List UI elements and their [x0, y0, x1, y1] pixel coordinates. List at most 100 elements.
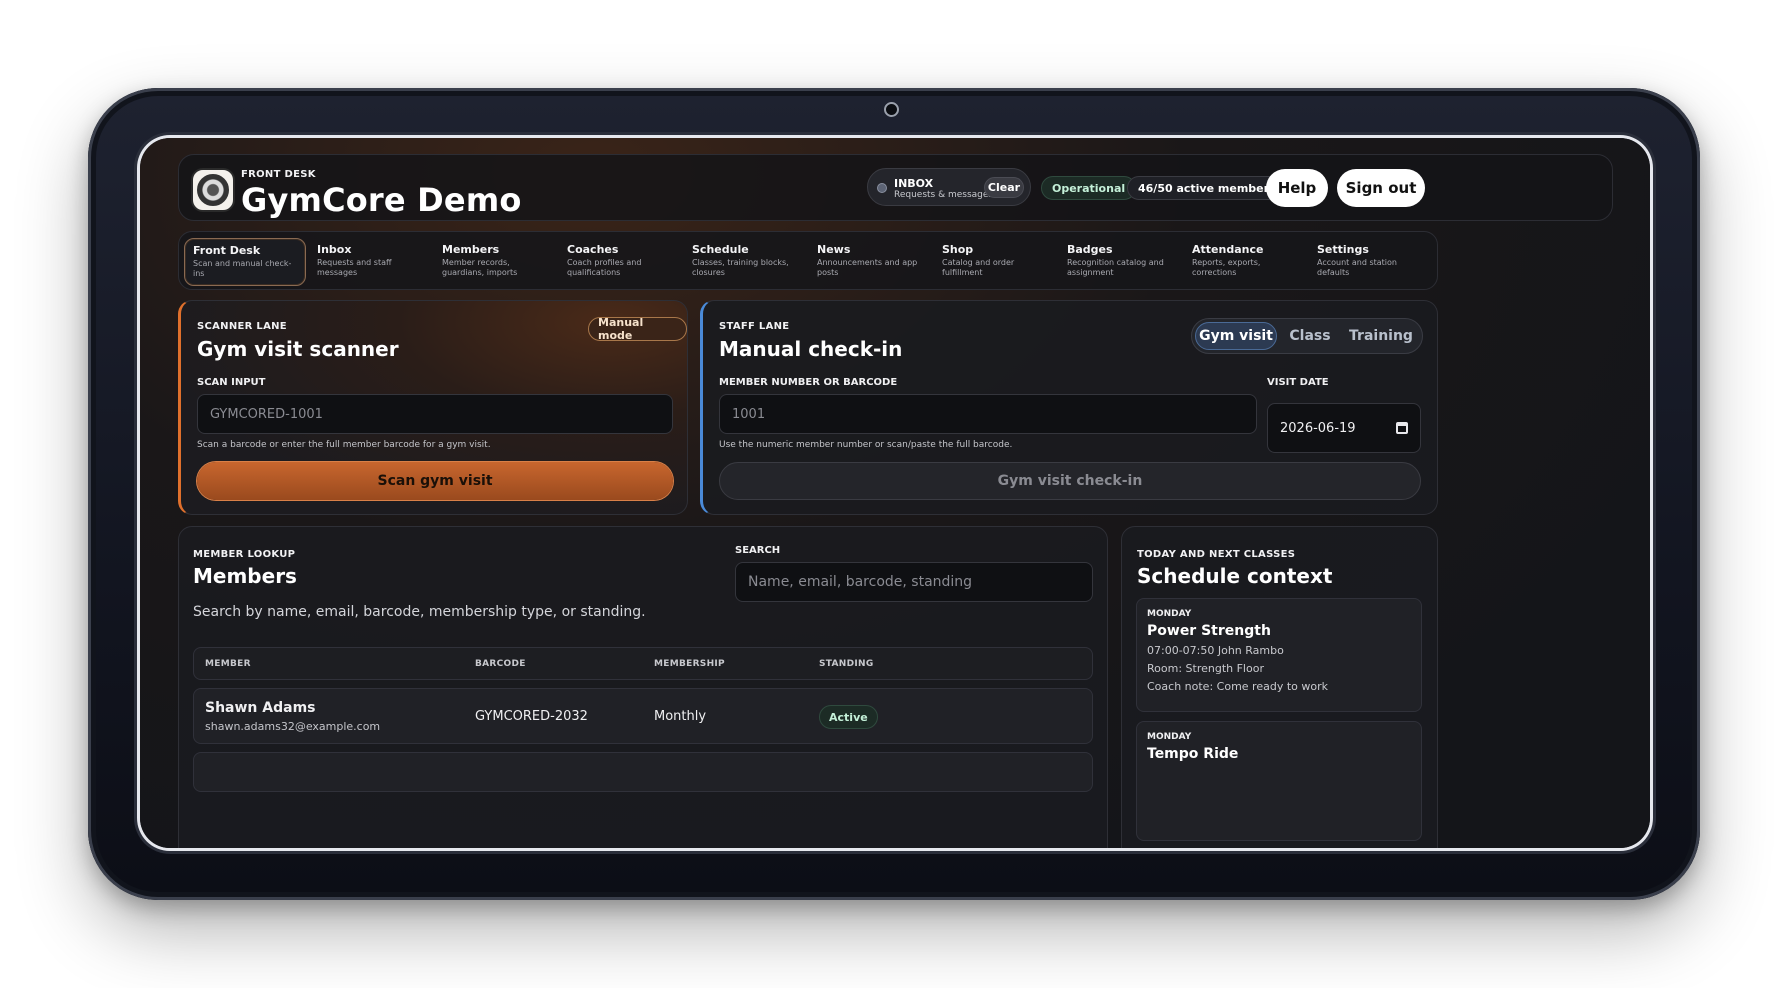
- member-number-input[interactable]: 1001: [719, 394, 1257, 434]
- nav-label: Shop: [942, 243, 974, 256]
- nav-label: Settings: [1317, 243, 1369, 256]
- gym-logo-icon: [191, 168, 235, 212]
- header-eyebrow: FRONT DESK: [241, 169, 316, 180]
- schedule-eyebrow: TODAY AND NEXT CLASSES: [1137, 549, 1296, 560]
- nav-item-inbox[interactable]: Inbox Requests and staff messages: [309, 238, 431, 286]
- member-name: Shawn Adams: [205, 700, 316, 716]
- nav-item-attendance[interactable]: Attendance Reports, exports, corrections: [1184, 238, 1306, 286]
- scan-gym-visit-button[interactable]: Scan gym visit: [197, 462, 673, 500]
- help-button[interactable]: Help: [1266, 169, 1328, 207]
- calendar-icon[interactable]: [1396, 422, 1408, 434]
- nav-item-schedule[interactable]: Schedule Classes, training blocks, closu…: [684, 238, 806, 286]
- coach-note: Coach note: Come ready to work: [1147, 680, 1328, 693]
- nav-label: Schedule: [692, 243, 749, 256]
- nav-label: Attendance: [1192, 243, 1264, 256]
- class-name: Tempo Ride: [1147, 746, 1239, 762]
- tab-training[interactable]: Training: [1342, 322, 1420, 350]
- nav-label: News: [817, 243, 851, 256]
- column-standing: STANDING: [819, 659, 874, 669]
- member-barcode: GYMCORED-2032: [475, 709, 588, 724]
- schedule-item[interactable]: MONDAY Tempo Ride: [1136, 721, 1422, 841]
- sign-out-button[interactable]: Sign out: [1337, 169, 1425, 207]
- nav-label: Inbox: [317, 243, 352, 256]
- schedule-day: MONDAY: [1147, 609, 1192, 619]
- members-card: MEMBER LOOKUP Members Search by name, em…: [178, 526, 1108, 848]
- inbox-subtitle: Requests & messages: [894, 190, 994, 200]
- nav-item-coaches[interactable]: Coaches Coach profiles and qualification…: [559, 238, 681, 286]
- table-row[interactable]: [193, 752, 1093, 792]
- staff-eyebrow: STAFF LANE: [719, 321, 790, 332]
- standing-badge: Active: [819, 705, 878, 729]
- class-time: 07:00-07:50 John Rambo: [1147, 644, 1284, 657]
- app-header: FRONT DESK GymCore Demo INBOX Requests &…: [178, 154, 1613, 221]
- nav-item-settings[interactable]: Settings Account and station defaults: [1309, 238, 1431, 286]
- column-membership: MEMBERSHIP: [654, 659, 725, 669]
- inbox-clear-button[interactable]: Clear: [984, 177, 1024, 198]
- tablet-device: FRONT DESK GymCore Demo INBOX Requests &…: [88, 88, 1700, 900]
- visit-date-input[interactable]: 2026-06-19: [1267, 403, 1421, 453]
- table-row[interactable]: Shawn Adams shawn.adams32@example.com GY…: [193, 688, 1093, 744]
- member-count-badge: 46/50 active members: [1127, 176, 1287, 200]
- gym-visit-checkin-button[interactable]: Gym visit check-in: [719, 462, 1421, 500]
- visit-date-value: 2026-06-19: [1280, 420, 1356, 436]
- nav-item-badges[interactable]: Badges Recognition catalog and assignmen…: [1059, 238, 1181, 286]
- nav-sub: Account and station defaults: [1317, 258, 1397, 277]
- inbox-pill[interactable]: INBOX Requests & messages Clear: [867, 168, 1031, 206]
- nav-sub: Scan and manual check-ins: [193, 259, 292, 278]
- scan-input-label: SCAN INPUT: [197, 377, 266, 388]
- app-screen: FRONT DESK GymCore Demo INBOX Requests &…: [140, 138, 1650, 848]
- visit-date-label: VISIT DATE: [1267, 377, 1329, 388]
- nav-item-front-desk[interactable]: Front Desk Scan and manual check-ins: [184, 238, 306, 286]
- inbox-title: INBOX: [894, 177, 934, 190]
- members-table-header: MEMBER BARCODE MEMBERSHIP STANDING: [193, 647, 1093, 680]
- member-email: shawn.adams32@example.com: [205, 720, 381, 733]
- schedule-day: MONDAY: [1147, 732, 1192, 742]
- tab-class[interactable]: Class: [1282, 322, 1338, 350]
- scanner-title: Gym visit scanner: [197, 337, 399, 361]
- camera-icon: [884, 102, 899, 117]
- nav-sub: Reports, exports, corrections: [1192, 258, 1261, 277]
- nav-item-shop[interactable]: Shop Catalog and order fulfillment: [934, 238, 1056, 286]
- nav-label: Coaches: [567, 243, 619, 256]
- visit-type-toggle: Gym visit Class Training: [1191, 318, 1423, 354]
- manual-mode-badge[interactable]: Manual mode: [588, 316, 687, 342]
- scan-input[interactable]: GYMCORED-1001: [197, 394, 673, 434]
- nav-label: Members: [442, 243, 500, 256]
- app-title: GymCore Demo: [241, 181, 522, 219]
- nav-sub: Announcements and app posts: [817, 258, 918, 277]
- staff-title: Manual check-in: [719, 337, 903, 361]
- schedule-item[interactable]: MONDAY Power Strength 07:00-07:50 John R…: [1136, 598, 1422, 712]
- member-number-label: MEMBER NUMBER OR BARCODE: [719, 377, 898, 388]
- nav-sub: Catalog and order fulfillment: [942, 258, 1015, 277]
- scanner-eyebrow: SCANNER LANE: [197, 321, 287, 332]
- nav-sub: Classes, training blocks, closures: [692, 258, 789, 277]
- nav-sub: Coach profiles and qualifications: [567, 258, 642, 277]
- members-eyebrow: MEMBER LOOKUP: [193, 549, 296, 560]
- class-name: Power Strength: [1147, 623, 1271, 639]
- column-barcode: BARCODE: [475, 659, 526, 669]
- manual-checkin-card: STAFF LANE Manual check-in Gym visit Cla…: [700, 300, 1438, 515]
- schedule-card: TODAY AND NEXT CLASSES Schedule context …: [1121, 526, 1438, 848]
- tab-gym-visit[interactable]: Gym visit: [1195, 322, 1277, 350]
- nav-label: Front Desk: [193, 244, 261, 257]
- nav-label: Badges: [1067, 243, 1113, 256]
- nav-sub: Requests and staff messages: [317, 258, 392, 277]
- search-label: SEARCH: [735, 545, 781, 556]
- scan-hint: Scan a barcode or enter the full member …: [197, 440, 491, 450]
- class-room: Room: Strength Floor: [1147, 662, 1264, 675]
- main-nav: Front Desk Scan and manual check-ins Inb…: [178, 231, 1438, 290]
- member-search-input[interactable]: Name, email, barcode, standing: [735, 562, 1093, 602]
- member-number-hint: Use the numeric member number or scan/pa…: [719, 440, 1013, 450]
- member-membership: Monthly: [654, 709, 707, 724]
- nav-item-news[interactable]: News Announcements and app posts: [809, 238, 931, 286]
- scanner-card: SCANNER LANE Gym visit scanner Manual mo…: [178, 300, 688, 515]
- members-title: Members: [193, 564, 297, 588]
- inbox-status-dot-icon: [877, 183, 887, 193]
- status-badge: Operational: [1041, 176, 1137, 200]
- nav-sub: Member records, guardians, imports: [442, 258, 518, 277]
- nav-sub: Recognition catalog and assignment: [1067, 258, 1164, 277]
- nav-item-members[interactable]: Members Member records, guardians, impor…: [434, 238, 556, 286]
- schedule-title: Schedule context: [1137, 564, 1333, 588]
- members-description: Search by name, email, barcode, membersh…: [193, 604, 646, 620]
- column-member: MEMBER: [205, 659, 251, 669]
